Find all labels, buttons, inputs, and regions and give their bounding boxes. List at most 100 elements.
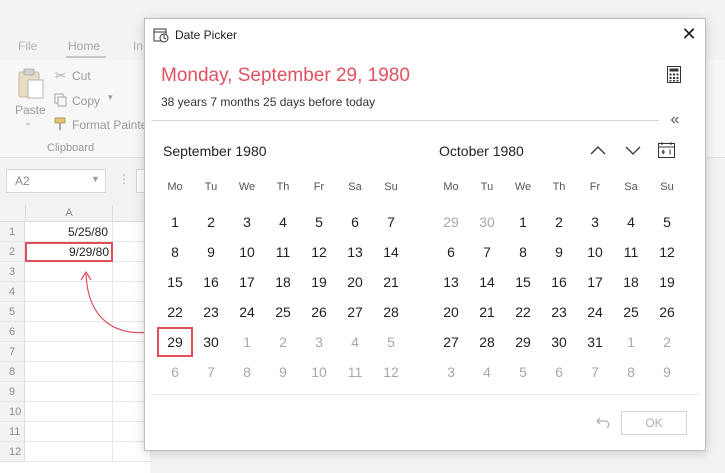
day-cell[interactable]: 27 [433, 327, 469, 357]
day-cell[interactable]: 9 [193, 237, 229, 267]
day-cell[interactable]: 30 [541, 327, 577, 357]
day-cell[interactable]: 3 [301, 327, 337, 357]
day-cell[interactable]: 16 [541, 267, 577, 297]
day-cell[interactable]: 5 [505, 357, 541, 387]
day-cell[interactable]: 12 [301, 237, 337, 267]
tab-file[interactable]: File [18, 39, 37, 53]
day-cell[interactable]: 21 [373, 267, 409, 297]
cell[interactable] [25, 382, 113, 402]
day-cell[interactable]: 1 [229, 327, 265, 357]
copy-dropdown-icon[interactable]: ▾ [108, 92, 113, 103]
tab-home[interactable]: Home [68, 39, 100, 53]
row-header[interactable]: 3 [0, 262, 25, 282]
day-cell[interactable]: 30 [193, 327, 229, 357]
day-cell[interactable]: 15 [157, 267, 193, 297]
row-header[interactable]: 7 [0, 342, 25, 362]
day-cell[interactable]: 10 [301, 357, 337, 387]
row-header[interactable]: 4 [0, 282, 25, 302]
day-cell[interactable]: 5 [301, 207, 337, 237]
day-cell[interactable]: 12 [373, 357, 409, 387]
day-cell[interactable]: 3 [229, 207, 265, 237]
day-cell[interactable]: 4 [265, 207, 301, 237]
calculator-icon[interactable] [667, 66, 681, 88]
day-cell[interactable]: 7 [469, 237, 505, 267]
day-cell[interactable]: 30 [469, 207, 505, 237]
day-cell[interactable]: 8 [229, 357, 265, 387]
paste-dropdown-icon[interactable]: ⌄ [24, 117, 32, 128]
day-cell[interactable]: 2 [193, 207, 229, 237]
day-cell[interactable]: 11 [337, 357, 373, 387]
day-cell[interactable]: 22 [157, 297, 193, 327]
row-header[interactable]: 1 [0, 222, 25, 242]
row-header[interactable]: 9 [0, 382, 25, 402]
cell[interactable]: 5/25/80 [25, 222, 113, 242]
day-cell[interactable]: 2 [265, 327, 301, 357]
day-cell[interactable]: 3 [433, 357, 469, 387]
day-cell[interactable]: 29 [433, 207, 469, 237]
copy-button[interactable]: Copy [72, 94, 100, 108]
day-cell[interactable]: 10 [229, 237, 265, 267]
day-cell[interactable]: 20 [337, 267, 373, 297]
day-cell[interactable]: 25 [265, 297, 301, 327]
day-cell[interactable]: 25 [613, 297, 649, 327]
selected-day[interactable]: 29 [157, 327, 193, 357]
day-cell[interactable]: 7 [373, 207, 409, 237]
day-cell[interactable]: 14 [373, 237, 409, 267]
cell[interactable] [25, 362, 113, 382]
row-header[interactable]: 5 [0, 302, 25, 322]
day-cell[interactable]: 4 [613, 207, 649, 237]
day-cell[interactable]: 18 [265, 267, 301, 297]
day-cell[interactable]: 6 [541, 357, 577, 387]
tab-insert[interactable]: In [133, 39, 143, 53]
day-cell[interactable]: 24 [229, 297, 265, 327]
day-cell[interactable]: 17 [229, 267, 265, 297]
day-cell[interactable]: 18 [613, 267, 649, 297]
day-cell[interactable]: 8 [157, 237, 193, 267]
more-options-icon[interactable]: ⋮ [118, 172, 130, 186]
day-cell[interactable]: 24 [577, 297, 613, 327]
day-cell[interactable]: 6 [433, 237, 469, 267]
day-cell[interactable]: 1 [613, 327, 649, 357]
day-cell[interactable]: 11 [613, 237, 649, 267]
cell[interactable] [25, 342, 113, 362]
day-cell[interactable]: 13 [433, 267, 469, 297]
day-cell[interactable]: 1 [157, 207, 193, 237]
collapse-icon[interactable]: « [665, 110, 685, 130]
undo-icon[interactable] [594, 412, 616, 434]
day-cell[interactable]: 26 [649, 297, 685, 327]
day-cell[interactable]: 31 [577, 327, 613, 357]
column-header-a[interactable]: A [25, 205, 113, 222]
day-cell[interactable]: 12 [649, 237, 685, 267]
name-box-dropdown-icon[interactable]: ▼ [91, 174, 100, 184]
day-cell[interactable]: 7 [193, 357, 229, 387]
day-cell[interactable]: 8 [613, 357, 649, 387]
day-cell[interactable]: 14 [469, 267, 505, 297]
row-header[interactable]: 10 [0, 402, 25, 422]
day-cell[interactable]: 9 [265, 357, 301, 387]
ok-button[interactable]: OK [621, 411, 687, 435]
day-cell[interactable]: 23 [541, 297, 577, 327]
day-cell[interactable]: 29 [505, 327, 541, 357]
chevron-down-icon[interactable] [624, 143, 642, 162]
cut-button[interactable]: Cut [72, 69, 91, 83]
row-header[interactable]: 11 [0, 422, 25, 442]
row-header[interactable]: 2 [0, 242, 25, 262]
format-painter-button[interactable]: Format Painter [72, 118, 151, 132]
day-cell[interactable]: 21 [469, 297, 505, 327]
cell[interactable] [25, 402, 113, 422]
day-cell[interactable]: 5 [373, 327, 409, 357]
day-cell[interactable]: 26 [301, 297, 337, 327]
day-cell[interactable]: 13 [337, 237, 373, 267]
day-cell[interactable]: 5 [649, 207, 685, 237]
day-cell[interactable]: 23 [193, 297, 229, 327]
day-cell[interactable]: 16 [193, 267, 229, 297]
day-cell[interactable]: 8 [505, 237, 541, 267]
day-cell[interactable]: 19 [649, 267, 685, 297]
row-header[interactable]: 6 [0, 322, 25, 342]
day-cell[interactable]: 3 [577, 207, 613, 237]
day-cell[interactable]: 19 [301, 267, 337, 297]
day-cell[interactable]: 10 [577, 237, 613, 267]
paste-button[interactable]: Paste [15, 103, 46, 117]
row-header[interactable]: 8 [0, 362, 25, 382]
cell[interactable] [25, 422, 113, 442]
